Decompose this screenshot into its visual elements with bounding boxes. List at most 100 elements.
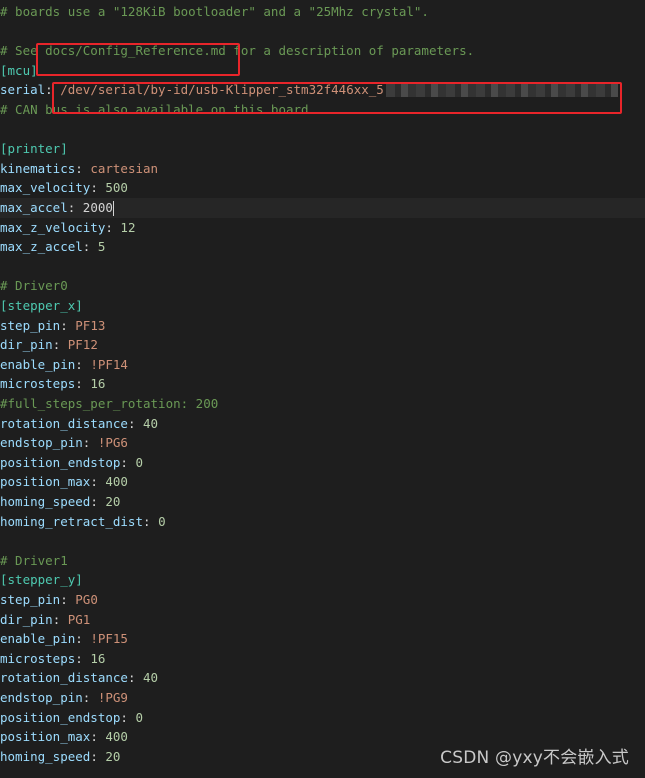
code-token-comment: # See docs/Config_Reference.md for a des… [0, 43, 475, 59]
code-token-plain: : [75, 376, 91, 392]
code-line[interactable] [0, 22, 645, 42]
code-line[interactable]: position_endstop: 0 [0, 453, 645, 473]
code-token-key: homing_retract_dist [0, 513, 143, 529]
code-line[interactable]: dir_pin: PF12 [0, 335, 645, 355]
code-line[interactable]: # See docs/Config_Reference.md for a des… [0, 41, 645, 61]
code-line[interactable]: microsteps: 16 [0, 374, 645, 394]
code-line[interactable]: [mcu] [0, 61, 645, 81]
code-token-comment: # Driver0 [0, 278, 68, 294]
code-token-str: /dev/serial/by-id/usb-Klipper_stm32f446x… [60, 82, 384, 98]
code-token-plain: 2000 [82, 200, 113, 215]
code-token-str: !PG6 [97, 435, 128, 451]
code-line[interactable]: position_endstop: 0 [0, 708, 645, 728]
code-line[interactable]: [stepper_y] [0, 570, 645, 590]
redacted-serial-id [385, 84, 618, 98]
code-line[interactable]: homing_retract_dist: 0 [0, 512, 645, 532]
code-editor[interactable]: # boards use a "32KiB bootloader" and an… [0, 0, 645, 778]
code-token-num: 5 [97, 239, 106, 255]
code-token-num: 12 [120, 219, 136, 235]
code-token-comment: # Driver1 [0, 552, 68, 568]
code-token-num: 0 [135, 454, 144, 470]
code-token-str: PF13 [75, 317, 106, 333]
code-line[interactable]: endstop_pin: !PG9 [0, 688, 645, 708]
code-line[interactable]: enable_pin: !PF15 [0, 629, 645, 649]
code-line[interactable]: rotation_distance: 40 [0, 414, 645, 434]
code-line[interactable]: # CAN bus is also available on this boar… [0, 100, 645, 120]
code-token-plain: : [67, 200, 83, 215]
code-token-key: enable_pin [0, 631, 76, 647]
code-token-num: 16 [90, 650, 106, 666]
code-token-key: rotation_distance [0, 415, 128, 431]
code-line[interactable]: step_pin: PF13 [0, 316, 645, 336]
code-line[interactable]: position_max: 400 [0, 472, 645, 492]
code-line[interactable]: rotation_distance: 40 [0, 668, 645, 688]
code-token-plain: : [90, 474, 106, 490]
code-token-key: endstop_pin [0, 435, 83, 451]
code-line[interactable]: dir_pin: PG1 [0, 610, 645, 630]
code-token-num: 16 [90, 376, 106, 392]
code-line[interactable]: step_pin: PG0 [0, 590, 645, 610]
code-token-num: 0 [135, 709, 144, 725]
code-token-num: 40 [143, 670, 159, 686]
code-token-comment: # CAN bus is also available on this boar… [0, 102, 309, 117]
code-token-str: PG1 [67, 611, 91, 627]
code-token-num: 500 [105, 180, 128, 196]
code-token-key: max_z_velocity [0, 219, 106, 235]
code-line[interactable]: serial: /dev/serial/by-id/usb-Klipper_st… [0, 80, 645, 100]
code-token-section: [stepper_y] [0, 572, 83, 588]
code-line[interactable]: max_accel: 2000 [0, 198, 645, 218]
code-token-str: cartesian [90, 160, 159, 176]
code-token-str: !PF14 [90, 356, 128, 372]
code-token-plain: : [75, 631, 91, 647]
code-line[interactable]: [stepper_x] [0, 296, 645, 316]
code-token-plain: : [45, 82, 61, 98]
code-line[interactable]: max_velocity: 500 [0, 178, 645, 198]
code-token-plain: : [143, 513, 159, 529]
code-token-section: [stepper_x] [0, 298, 83, 313]
code-token-key: rotation_distance [0, 670, 128, 686]
code-token-str: PF12 [67, 337, 98, 353]
code-token-key: dir_pin [0, 337, 53, 353]
code-token-num: 0 [158, 513, 166, 529]
code-line[interactable]: homing_speed: 20 [0, 492, 645, 512]
code-line[interactable]: microsteps: 16 [0, 649, 645, 669]
code-token-plain: : [52, 611, 68, 627]
code-token-plain: : [120, 454, 136, 470]
code-token-key: microsteps [0, 650, 76, 666]
code-line[interactable]: enable_pin: !PF14 [0, 355, 645, 375]
code-line[interactable] [0, 257, 645, 277]
code-line[interactable]: max_z_accel: 5 [0, 237, 645, 257]
code-line[interactable]: max_z_velocity: 12 [0, 218, 645, 238]
code-token-plain: : [82, 690, 98, 705]
code-token-plain: : [75, 356, 91, 372]
code-token-key: step_pin [0, 317, 61, 333]
code-token-plain: : [75, 160, 91, 176]
code-token-str: PG0 [75, 592, 98, 607]
code-token-comment: #full_steps_per_rotation: 200 [0, 396, 219, 411]
code-line[interactable]: [printer] [0, 139, 645, 159]
code-token-plain: : [127, 415, 143, 431]
code-token-key: microsteps [0, 376, 76, 392]
code-token-key: max_accel [0, 200, 68, 215]
code-token-key: position_max [0, 729, 91, 745]
code-token-plain: : [82, 239, 98, 255]
code-token-key: homing_speed [0, 748, 91, 764]
code-token-plain: : [127, 670, 143, 686]
code-token-key: position_endstop [0, 709, 121, 725]
code-token-num: 20 [105, 494, 121, 509]
code-line[interactable]: # Driver0 [0, 276, 645, 296]
code-token-comment: # boards use a "128KiB bootloader" and a… [0, 4, 429, 19]
code-line[interactable]: #full_steps_per_rotation: 200 [0, 394, 645, 414]
code-line[interactable]: # boards use a "128KiB bootloader" and a… [0, 2, 645, 22]
code-line[interactable] [0, 531, 645, 551]
code-token-key: position_endstop [0, 454, 121, 470]
code-line[interactable]: # Driver1 [0, 551, 645, 571]
code-line[interactable]: kinematics: cartesian [0, 159, 645, 179]
code-token-key: serial [0, 82, 46, 98]
code-line[interactable] [0, 120, 645, 140]
code-token-str: !PG9 [97, 690, 128, 705]
code-line[interactable]: endstop_pin: !PG6 [0, 433, 645, 453]
code-token-section: [mcu] [0, 62, 38, 78]
code-token-key: enable_pin [0, 356, 76, 372]
code-token-plain: : [105, 219, 121, 235]
